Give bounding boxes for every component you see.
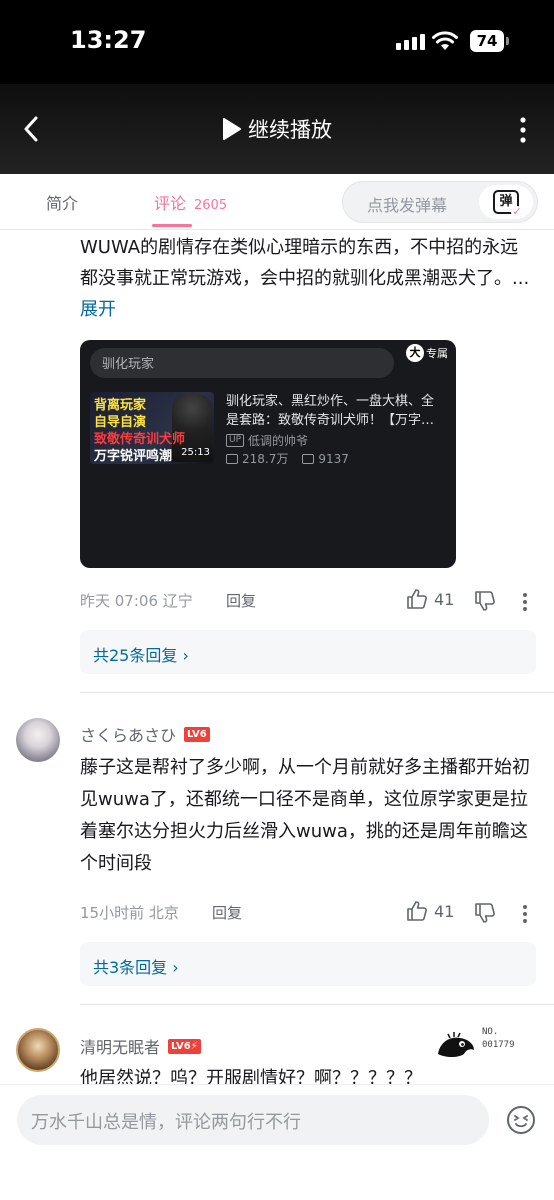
check-icon: ✓ [511, 205, 523, 218]
thumbs-up-icon [407, 589, 427, 609]
tab-comments-label: 评论 [154, 194, 187, 213]
more-options-icon[interactable] [522, 904, 528, 924]
player-header: 继续播放 [0, 84, 554, 174]
expand-link[interactable]: 展开 [80, 299, 116, 320]
status-time: 13:27 [70, 26, 147, 54]
thumbs-down-icon [475, 903, 495, 923]
battery-icon: 74 [470, 30, 509, 52]
play-count-icon [226, 453, 238, 464]
dislike-button[interactable] [474, 902, 496, 928]
danmaku-count-icon [302, 453, 315, 464]
more-vertical-icon[interactable] [516, 116, 530, 144]
exclusive-badge: 大 专属 [406, 344, 448, 362]
video-thumbnail[interactable]: 背离玩家 自导自演 致敬传奇训犬师 万字锐评鸣潮 25:13 [90, 392, 214, 464]
fan-badge-number: NO. 001779 [482, 1027, 515, 1050]
level-badge: LV6⚡ [168, 1038, 201, 1054]
comment-divider [80, 1004, 554, 1005]
avatar[interactable] [16, 1028, 60, 1072]
like-count: 41 [434, 589, 455, 609]
comments-count: 2605 [194, 198, 228, 213]
video-stats: 218.7万 9137 [226, 450, 349, 467]
comment-input[interactable]: 万水千山总是情，评论两句行不行 [17, 1095, 489, 1145]
comment-divider [80, 692, 554, 693]
comment-input-placeholder: 万水千山总是情，评论两句行不行 [31, 1112, 301, 1133]
like-count: 41 [434, 901, 455, 921]
danmaku-icon: 弹 ✓ [493, 190, 523, 218]
video-search-text: 驯化玩家 [102, 357, 155, 372]
comment-text: 藤子这是帮衬了多少啊，从一个月前就好多主播都开始初见wuwa了，还都统一口径不是… [80, 757, 530, 874]
reply-button[interactable]: 回复 [212, 902, 242, 923]
tab-intro[interactable]: 简介 [46, 190, 78, 214]
signal-icon [396, 34, 425, 50]
comment-input-bar: 万水千山总是情，评论两句行不行 [0, 1084, 554, 1200]
wifi-icon [432, 31, 458, 50]
comment-list[interactable]: WUWA的剧情存在类似心理暗示的东西，不中招的永远都没事就正常玩游戏，会中招的就… [0, 230, 554, 1092]
comment-username[interactable]: 清明无眠者 LV6⚡ [80, 1034, 201, 1058]
view-replies-button[interactable]: 共3条回复 › [80, 942, 536, 986]
comment-meta: 15小时前 北京 [80, 904, 179, 922]
danmaku-placeholder: 点我发弹幕 [367, 196, 448, 215]
up-tag-icon: UP [226, 434, 245, 447]
username: さくらあさひ [80, 726, 177, 745]
avatar[interactable] [16, 718, 60, 762]
status-bar: 13:27 74 [0, 0, 554, 84]
video-title[interactable]: 驯化玩家、黑红炒作、一盘大棋、全是套路：致敬传奇训犬师！【万字… [226, 392, 446, 430]
uploader-name: 低调的帅爷 [248, 434, 309, 448]
video-duration: 25:13 [181, 447, 210, 458]
active-tab-indicator [152, 224, 192, 227]
comment-username[interactable]: さくらあさひ LV6 [80, 722, 210, 746]
more-options-icon[interactable] [522, 592, 528, 612]
danmaku-input[interactable]: 点我发弹幕 弹 ✓ [342, 181, 538, 223]
username: 清明无眠者 [80, 1038, 161, 1057]
danmaku-toggle-button[interactable]: 弹 ✓ [479, 185, 533, 219]
view-count: 218.7万 [242, 452, 289, 466]
fan-badge: NO. 001779 [434, 1024, 534, 1068]
video-search-bar[interactable]: 驯化玩家 [90, 348, 394, 378]
comment-meta: 昨天 07:06 辽宁 [80, 592, 193, 610]
dislike-button[interactable] [474, 590, 496, 616]
continue-play-button[interactable]: 继续播放 [220, 114, 332, 144]
reply-button[interactable]: 回复 [226, 590, 256, 611]
exclusive-badge-icon: 大 [406, 344, 424, 362]
comment-text: WUWA的剧情存在类似心理暗示的东西，不中招的永远都没事就正常玩游戏，会中招的就… [80, 237, 530, 320]
replies-link-text: 共3条回复 › [93, 958, 179, 977]
thumbs-up-icon [407, 901, 427, 921]
like-button[interactable]: 41 [406, 900, 454, 922]
thumbnail-text: 万字锐评鸣潮 [94, 449, 173, 464]
tab-comments[interactable]: 评论 2605 [154, 190, 227, 214]
video-uploader: UP 低调的帅爷 [226, 432, 308, 449]
emoji-icon[interactable] [506, 1105, 536, 1135]
danmaku-count: 9137 [318, 451, 349, 466]
like-button[interactable]: 41 [406, 588, 454, 610]
continue-play-label: 继续播放 [248, 118, 332, 142]
fan-badge-bird-icon [438, 1032, 474, 1057]
back-icon[interactable] [20, 114, 44, 144]
view-replies-button[interactable]: 共25条回复 › [80, 630, 536, 674]
linked-video-card[interactable]: 驯化玩家 大 专属 背离玩家 自导自演 致敬传奇训犬师 万字锐评鸣潮 25:13… [80, 340, 456, 568]
thumbs-down-icon [475, 591, 495, 611]
play-icon [223, 118, 241, 140]
replies-link-text: 共25条回复 › [93, 646, 189, 665]
level-badge: LV6 [184, 726, 210, 742]
exclusive-badge-label: 专属 [426, 347, 448, 360]
